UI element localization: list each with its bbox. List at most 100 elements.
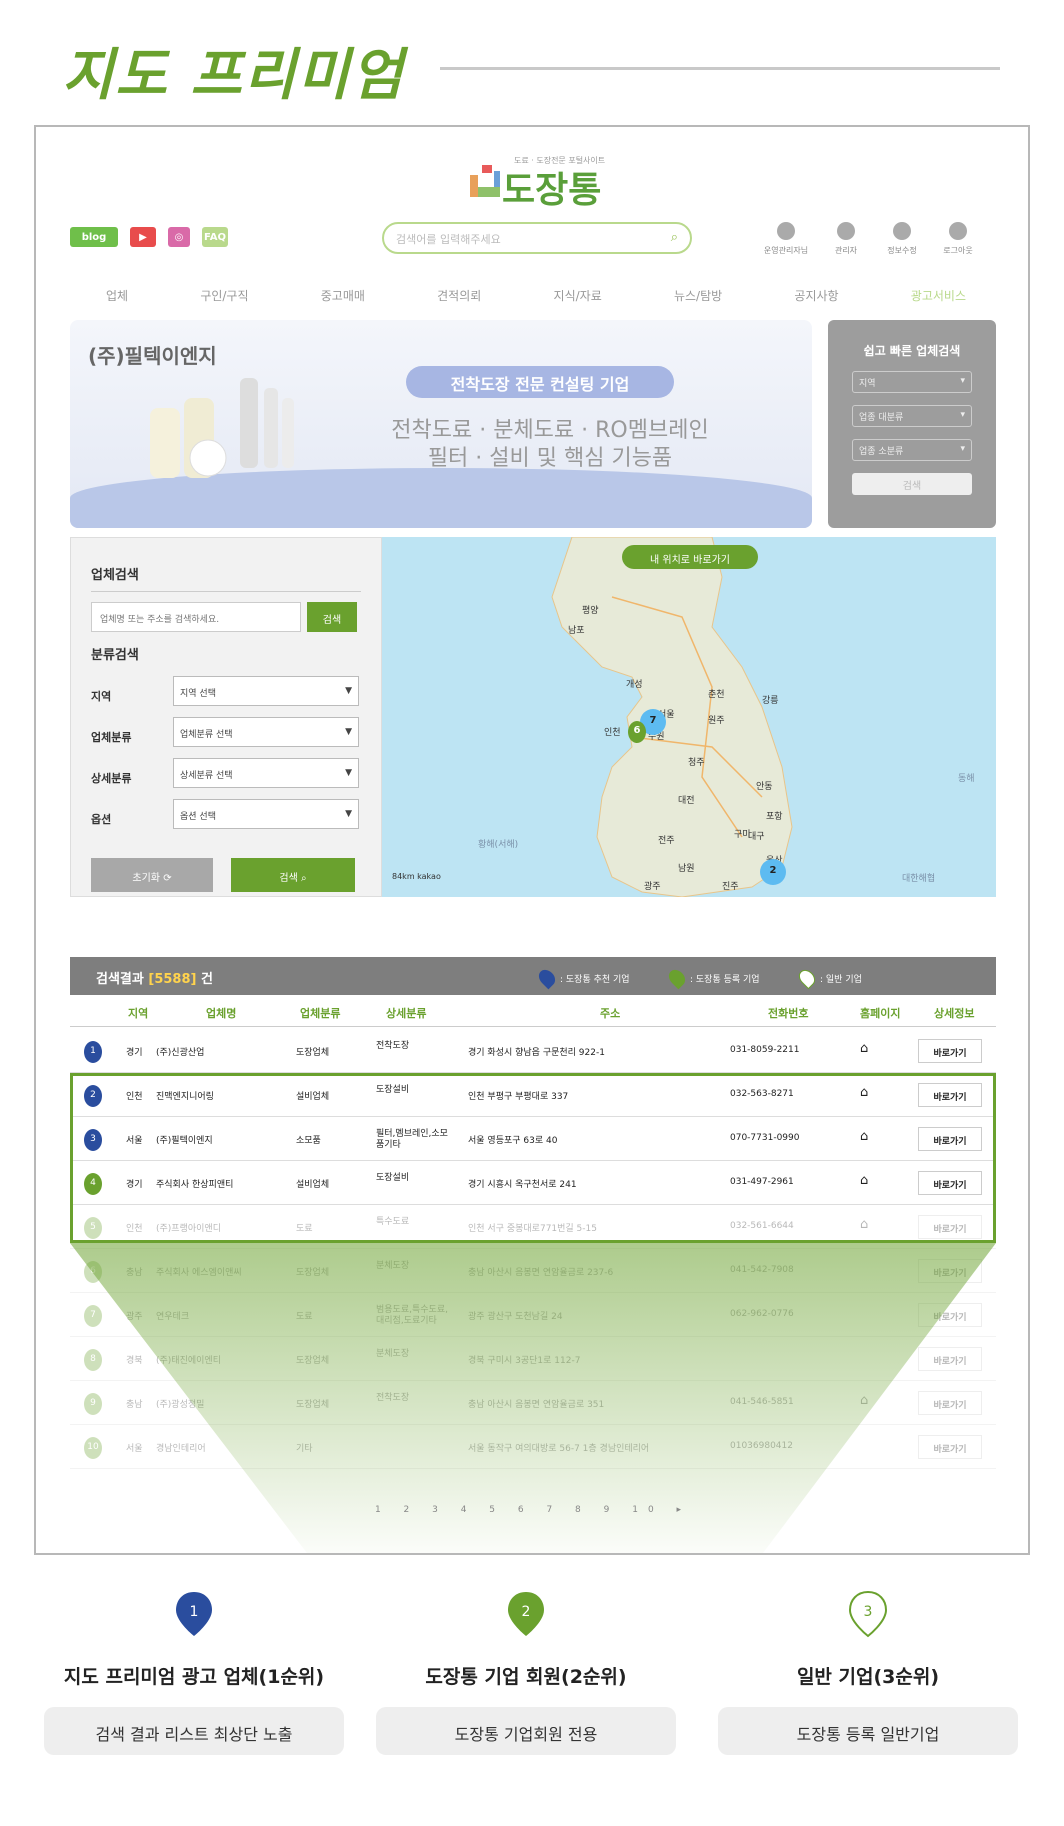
cell-category: 도장업체 xyxy=(296,1048,330,1058)
banner-badge: 전착도장 전문 컨설팅 기업 xyxy=(406,366,674,398)
nav-item-used[interactable]: 중고매매 xyxy=(321,287,365,304)
map-cluster[interactable]: 2 xyxy=(760,859,786,885)
youtube-icon[interactable]: ▶ xyxy=(130,227,156,247)
legend-label: : 도장통 추천 기업 xyxy=(560,974,630,985)
nav-item-ad[interactable]: 광고서비스 xyxy=(911,287,966,304)
pin-blue-icon xyxy=(535,966,559,990)
nav-item-companies[interactable]: 업체 xyxy=(106,287,128,304)
reset-label: 초기화 xyxy=(132,873,161,884)
nav-item-jobs[interactable]: 구인/구직 xyxy=(200,287,248,304)
legend-member: : 도장통 등록 기업 xyxy=(665,966,760,990)
ad-banner[interactable]: (주)필텍이엔지 전착도장 전문 컨설팅 기업 전착도료 · 분체도료 · RO… xyxy=(70,320,812,528)
map-view[interactable]: 내 위치로 바로가기 평양 남포 개성 서울 인천 수원 대전 대구 울산 광주… xyxy=(382,537,996,897)
profile-edit-link[interactable]: 정보수정 xyxy=(872,222,932,256)
select-label: 업종 소분류 xyxy=(859,447,904,457)
count-value: [5588] xyxy=(148,972,197,987)
city-label: 진주 xyxy=(722,882,739,892)
reset-button[interactable]: 초기화 ⟳ xyxy=(91,858,213,892)
results-count: 검색결과 [5588] 건 xyxy=(96,968,213,987)
feature-premium: 1 지도 프리미엄 광고 업체(1순위) 검색 결과 리스트 최상단 노출 xyxy=(44,1590,344,1755)
subcategory-select[interactable]: 상세분류 선택 ▼ xyxy=(173,758,359,788)
legend-general: : 일반 기업 xyxy=(795,966,862,990)
cell-name: (주)신광산업 xyxy=(156,1048,205,1058)
select-value: 옵션 선택 xyxy=(180,812,216,822)
cell-subcategory: 전착도장 xyxy=(376,1041,410,1051)
city-label: 광주 xyxy=(644,882,661,892)
nav-item-notice[interactable]: 공지사항 xyxy=(794,287,838,304)
col-address: 주소 xyxy=(600,1007,621,1020)
korea-land xyxy=(551,537,793,897)
col-category: 업체분류 xyxy=(300,1007,341,1020)
select-value: 업체분류 선택 xyxy=(180,730,233,740)
category-select[interactable]: 업체분류 선택 ▼ xyxy=(173,717,359,747)
site-search-input[interactable]: 검색어를 입력해주세요 ⌕ xyxy=(382,222,692,254)
logo-text[interactable]: 도장통 xyxy=(502,161,601,213)
quick-minor-select[interactable]: 업종 소분류 ▾ xyxy=(852,439,972,461)
quick-search-button[interactable]: 검색 xyxy=(852,473,972,495)
legend-label: : 일반 기업 xyxy=(820,974,862,985)
chevron-down-icon: ▾ xyxy=(960,410,965,420)
gear-icon xyxy=(893,222,911,240)
blog-icon[interactable]: blog xyxy=(70,227,118,247)
chevron-down-icon: ▾ xyxy=(960,444,965,454)
legend-label: : 도장통 등록 기업 xyxy=(690,974,760,985)
banner-company: (주)필텍이엔지 xyxy=(88,344,217,368)
select-label: 지역 xyxy=(859,379,876,389)
filter-label-option: 옵션 xyxy=(91,813,112,826)
chevron-down-icon: ▼ xyxy=(345,768,352,778)
col-detail: 상세정보 xyxy=(934,1007,975,1020)
company-search-panel: 업체검색 업체명 또는 주소를 검색하세요. 검색 분류검색 지역 지역 선택 ▼… xyxy=(70,537,382,897)
cell-region: 경기 xyxy=(126,1048,143,1058)
quick-major-select[interactable]: 업종 대분류 ▾ xyxy=(852,405,972,427)
col-phone: 전화번호 xyxy=(768,1007,809,1020)
option-select[interactable]: 옵션 선택 ▼ xyxy=(173,799,359,829)
company-search-button[interactable]: 검색 xyxy=(307,602,357,632)
search-placeholder: 검색어를 입력해주세요 xyxy=(396,233,501,246)
map-marker[interactable]: 6 xyxy=(628,721,646,743)
logo-icon xyxy=(470,165,500,197)
pin-green-icon: 2 xyxy=(508,1592,544,1636)
instagram-icon[interactable]: ◎ xyxy=(168,227,190,247)
cell-address: 경기 화성시 향남읍 구문천리 922-1 xyxy=(468,1048,605,1058)
col-subcategory: 상세분류 xyxy=(386,1007,427,1020)
filter-label-subcategory: 상세분류 xyxy=(91,772,132,785)
main-nav: 업체 구인/구직 중고매매 견적의뢰 지식/자료 뉴스/탐방 공지사항 광고서비… xyxy=(66,287,1006,304)
my-location-button[interactable]: 내 위치로 바로가기 xyxy=(622,545,758,569)
refresh-icon: ⟳ xyxy=(163,873,172,884)
city-label: 평양 xyxy=(582,606,599,616)
quick-region-select[interactable]: 지역 ▾ xyxy=(852,371,972,393)
title-divider xyxy=(440,67,1000,70)
pin-green-icon xyxy=(665,966,689,990)
company-search-input[interactable]: 업체명 또는 주소를 검색하세요. xyxy=(91,602,301,632)
home-icon[interactable]: ⌂ xyxy=(860,1041,868,1056)
table-row: 1 경기 (주)신광산업 도장업체 전착도장 경기 화성시 향남읍 구문천리 922-1 0… xyxy=(70,1029,996,1073)
admin-link[interactable]: 관리자 xyxy=(816,222,876,256)
pin-white-icon xyxy=(795,966,819,990)
faq-icon[interactable]: FAQ xyxy=(202,227,228,247)
detail-button[interactable]: 바로가기 xyxy=(918,1039,982,1063)
admin-user-link[interactable]: 운영관리자님 xyxy=(756,222,816,256)
search-icon[interactable]: ⌕ xyxy=(671,230,678,245)
region-select[interactable]: 지역 선택 ▼ xyxy=(173,676,359,706)
city-label: 안동 xyxy=(756,782,773,792)
select-value: 상세분류 선택 xyxy=(180,771,233,781)
cell-phone: 031-8059-2211 xyxy=(730,1045,800,1055)
svg-text:1: 1 xyxy=(190,1604,199,1620)
nav-item-knowledge[interactable]: 지식/자료 xyxy=(554,287,602,304)
city-label: 춘천 xyxy=(708,690,725,700)
banner-line2: 필터 · 설비 및 핵심 기능품 xyxy=(427,446,673,471)
nav-item-quote[interactable]: 견적의뢰 xyxy=(437,287,481,304)
logout-link[interactable]: 로그아웃 xyxy=(928,222,988,256)
pagination[interactable]: 1 2 3 4 5 6 7 8 9 10 ▸ xyxy=(70,1505,996,1515)
page-title: 지도 프리미엄 xyxy=(62,43,405,108)
pin-blue-icon: 1 xyxy=(176,1592,212,1636)
nav-item-news[interactable]: 뉴스/탐방 xyxy=(674,287,722,304)
account-label: 운영관리자님 xyxy=(763,246,809,255)
col-homepage: 홈페이지 xyxy=(860,1007,901,1020)
quick-search-title: 쉽고 빠른 업체검색 xyxy=(863,344,961,358)
admin-icon xyxy=(837,222,855,240)
city-label: 포항 xyxy=(766,812,783,822)
filter-search-button[interactable]: 검색 ⌕ xyxy=(231,858,355,892)
divider xyxy=(91,591,361,592)
map-search-icon: ⌕ xyxy=(300,873,307,884)
